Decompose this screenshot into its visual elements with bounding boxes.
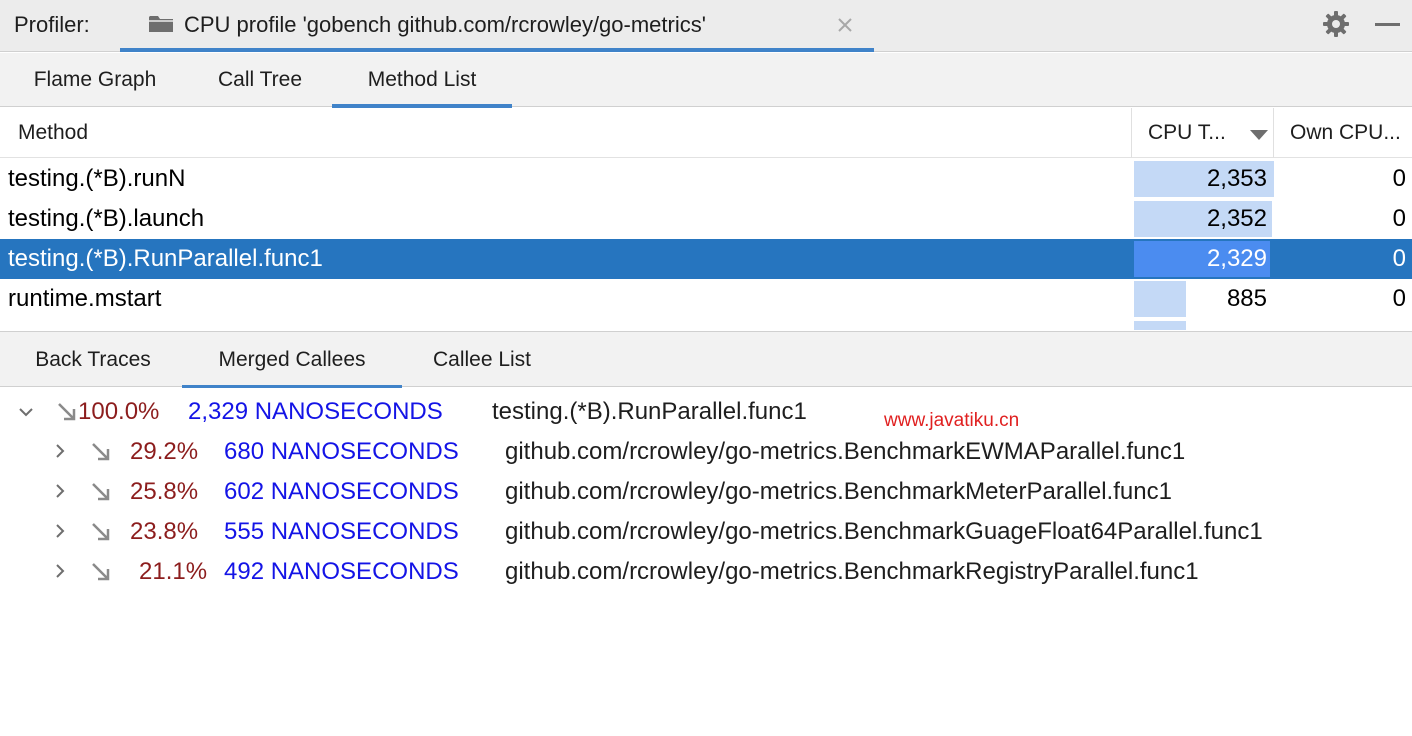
view-tabs: Flame Graph Call Tree Method List — [0, 53, 1412, 108]
sort-descending-icon — [1250, 130, 1268, 140]
profiler-label: Profiler: — [14, 12, 90, 37]
callee-time: 680 NANOSECONDS — [224, 438, 459, 465]
tab-call-tree[interactable]: Call Tree — [192, 53, 328, 107]
column-divider[interactable] — [1273, 108, 1274, 158]
tab-method-list[interactable]: Method List — [332, 53, 512, 108]
callee-function: github.com/rcrowley/go-metrics.Benchmark… — [505, 558, 1199, 585]
arrow-down-right-icon — [92, 483, 110, 501]
profile-tab-title: CPU profile 'gobench github.com/rcrowley… — [184, 12, 706, 37]
column-header-cpu-time[interactable]: CPU T... — [1148, 108, 1226, 158]
callee-time: 2,329 NANOSECONDS — [188, 398, 443, 425]
arrow-down-right-icon — [92, 563, 110, 581]
tree-node[interactable]: 23.8% 555 NANOSECONDS github.com/rcrowle… — [0, 512, 1412, 552]
callee-time: 492 NANOSECONDS — [224, 558, 459, 585]
chevron-right-icon[interactable] — [52, 443, 68, 459]
cpu-time-value: 2,352 — [1206, 205, 1267, 232]
callee-function: github.com/rcrowley/go-metrics.Benchmark… — [505, 438, 1186, 465]
tab-callee-list[interactable]: Callee List — [404, 332, 560, 388]
arrow-down-right-icon — [58, 403, 76, 421]
callee-percent: 29.2% — [130, 438, 199, 465]
gear-icon[interactable] — [1322, 10, 1350, 38]
table-row-partial[interactable] — [0, 319, 1412, 330]
table-row[interactable]: testing.(*B).runN 2,353 0 — [0, 159, 1412, 199]
own-cpu-value: 0 — [1392, 165, 1406, 192]
minimize-icon[interactable] — [1375, 23, 1400, 26]
tab-label: Call Tree — [217, 68, 303, 91]
own-cpu-value: 0 — [1392, 205, 1406, 232]
active-tab-indicator — [120, 48, 874, 52]
tree-node[interactable]: 25.8% 602 NANOSECONDS github.com/rcrowle… — [0, 472, 1412, 512]
profiler-toolbar: Profiler: CPU profile 'gobench github.co… — [0, 0, 1412, 52]
callee-percent: 23.8% — [130, 518, 199, 545]
table-row[interactable]: testing.(*B).launch 2,352 0 — [0, 199, 1412, 239]
chevron-right-icon[interactable] — [52, 483, 68, 499]
column-divider[interactable] — [1131, 108, 1132, 158]
method-name: testing.(*B).launch — [8, 205, 205, 232]
method-name: runtime.mstart — [8, 285, 162, 312]
cpu-time-value: 2,329 — [1206, 245, 1267, 272]
callee-function: github.com/rcrowley/go-metrics.Benchmark… — [505, 518, 1263, 545]
cpu-time-bar — [1134, 321, 1186, 330]
callee-tree: 100.0% 2,329 NANOSECONDS testing.(*B).Ru… — [0, 388, 1412, 736]
cpu-time-value: 2,353 — [1206, 165, 1267, 192]
tab-label: Method List — [367, 68, 477, 91]
watermark: www.javatiku.cn — [884, 410, 1020, 431]
column-header-own-cpu[interactable]: Own CPU... — [1290, 108, 1401, 158]
tab-label: Flame Graph — [33, 68, 157, 91]
column-header-method[interactable]: Method — [18, 108, 88, 158]
chevron-down-icon[interactable] — [18, 404, 34, 420]
tab-merged-callees[interactable]: Merged Callees — [182, 332, 402, 389]
callee-percent: 100.0% — [78, 398, 160, 425]
folder-icon — [149, 16, 173, 32]
profile-tab[interactable]: CPU profile 'gobench github.com/rcrowley… — [120, 0, 874, 52]
arrow-down-right-icon — [92, 523, 110, 541]
tab-flame-graph[interactable]: Flame Graph — [4, 53, 186, 107]
callee-function: testing.(*B).RunParallel.func1 — [492, 398, 807, 425]
callee-percent: 21.1% — [139, 558, 208, 585]
own-cpu-value: 0 — [1392, 245, 1406, 272]
detail-tabs: Back Traces Merged Callees Callee List — [0, 331, 1412, 389]
arrow-down-right-icon — [92, 443, 110, 461]
chevron-right-icon[interactable] — [52, 563, 68, 579]
column-label: CPU T... — [1148, 121, 1226, 144]
method-name: testing.(*B).runN — [8, 165, 186, 192]
tree-node-root[interactable]: 100.0% 2,329 NANOSECONDS testing.(*B).Ru… — [0, 392, 1412, 432]
own-cpu-value: 0 — [1392, 285, 1406, 312]
tab-label: Callee List — [432, 348, 532, 371]
tab-back-traces[interactable]: Back Traces — [4, 332, 182, 388]
callee-percent: 25.8% — [130, 478, 199, 505]
chevron-right-icon[interactable] — [52, 523, 68, 539]
column-label: Own CPU... — [1290, 121, 1401, 144]
tab-label: Back Traces — [35, 348, 151, 371]
cpu-time-value: 885 — [1226, 285, 1267, 312]
tree-node[interactable]: 21.1% 492 NANOSECONDS github.com/rcrowle… — [0, 552, 1412, 592]
callee-time: 555 NANOSECONDS — [224, 518, 459, 545]
method-name: testing.(*B).RunParallel.func1 — [8, 245, 323, 272]
tree-node[interactable]: 29.2% 680 NANOSECONDS github.com/rcrowle… — [0, 432, 1412, 472]
table-row[interactable]: runtime.mstart 885 0 — [0, 279, 1412, 319]
table-row-selected[interactable]: testing.(*B).RunParallel.func1 2,329 0 — [0, 239, 1412, 279]
callee-function: github.com/rcrowley/go-metrics.Benchmark… — [505, 478, 1172, 505]
method-table: testing.(*B).runN 2,353 0 testing.(*B).l… — [0, 159, 1412, 330]
column-label: Method — [18, 121, 89, 144]
tab-label: Merged Callees — [218, 348, 366, 371]
callee-time: 602 NANOSECONDS — [224, 478, 459, 505]
table-header: Method CPU T... Own CPU... — [0, 108, 1412, 158]
close-icon[interactable] — [836, 16, 854, 34]
cpu-time-bar — [1134, 281, 1186, 317]
